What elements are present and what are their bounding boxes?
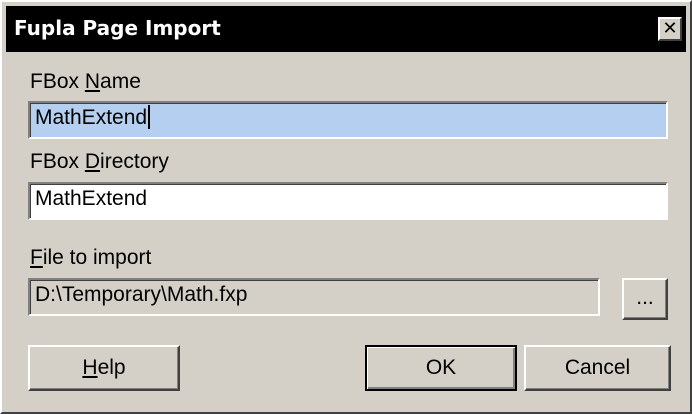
text-caret — [148, 105, 151, 130]
fbox-directory-label: FBox Directory — [30, 150, 169, 174]
cancel-button-label: Cancel — [564, 356, 631, 379]
fbox-directory-label-rest: irectory — [100, 150, 169, 173]
file-to-import-label-rest: ile to import — [42, 246, 152, 269]
help-button-mnemonic: H — [82, 356, 98, 379]
ok-button[interactable]: OK — [365, 345, 517, 391]
fbox-directory-input[interactable]: MathExtend — [28, 182, 668, 220]
fbox-name-label: FBox Name — [30, 70, 141, 94]
browse-button[interactable]: ... — [622, 278, 668, 320]
fbox-directory-label-mnemonic: D — [84, 150, 101, 173]
file-to-import-path: D:\Temporary\Math.fxp — [28, 278, 600, 316]
file-to-import-label: File to import — [30, 246, 151, 270]
fbox-directory-label-prefix: FBox — [30, 150, 85, 173]
file-to-import-label-mnemonic: F — [30, 246, 43, 269]
fbox-directory-value: MathExtend — [35, 187, 148, 210]
file-to-import-value: D:\Temporary\Math.fxp — [35, 283, 248, 306]
fbox-name-input[interactable]: MathExtend — [28, 101, 668, 139]
close-icon: ✕ — [662, 18, 678, 39]
fbox-name-label-mnemonic: N — [84, 70, 101, 93]
ok-button-label: OK — [425, 356, 457, 379]
close-button[interactable]: ✕ — [658, 17, 682, 41]
fbox-name-label-rest: ame — [100, 70, 141, 93]
title-bar[interactable]: Fupla Page Import ✕ — [6, 6, 686, 52]
fbox-name-label-prefix: FBox — [30, 70, 85, 93]
fbox-name-value: MathExtend — [35, 106, 148, 129]
dialog-title: Fupla Page Import — [14, 16, 221, 40]
fupla-page-import-dialog: Fupla Page Import ✕ FBox Name MathExtend… — [0, 0, 692, 414]
help-button[interactable]: Help — [28, 345, 180, 391]
cancel-button[interactable]: Cancel — [524, 345, 671, 391]
browse-button-label: ... — [636, 286, 654, 309]
help-button-rest: elp — [97, 356, 126, 379]
